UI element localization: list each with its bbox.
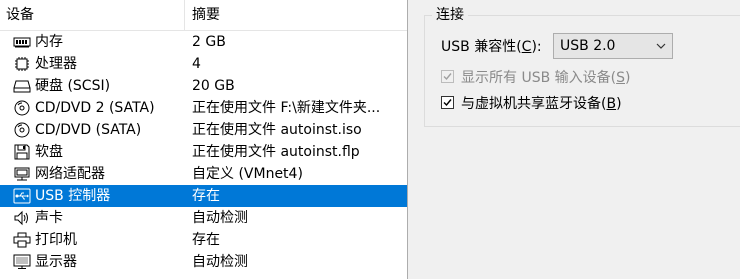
- device-summary: 自动检测: [192, 210, 248, 226]
- share-bluetooth-label: 与虚拟机共享蓝牙设备(B): [461, 96, 622, 112]
- hard-disk-icon: [13, 78, 31, 94]
- column-header-device[interactable]: 设备: [0, 0, 185, 30]
- device-summary: 存在: [192, 188, 220, 204]
- device-row-usb-controller[interactable]: USB 控制器 存在: [0, 185, 407, 207]
- device-name: 处理器: [35, 56, 77, 72]
- column-header-summary[interactable]: 摘要: [186, 0, 407, 30]
- cd-dvd-icon: [13, 122, 31, 138]
- checkbox-box: [441, 70, 454, 83]
- device-row-display[interactable]: 显示器 自动检测: [0, 251, 407, 273]
- device-rows: 内存 2 GB 处理器 4 硬盘 (SCSI) 20 GB CD/DVD 2 (…: [0, 31, 407, 273]
- device-list[interactable]: 设备 摘要 内存 2 GB 处理器 4 硬盘 (SCSI) 20 GB CD/D…: [0, 0, 408, 279]
- device-name: 软盘: [35, 144, 63, 160]
- device-summary: 自定义 (VMnet4): [192, 166, 303, 182]
- device-summary: 正在使用文件 F:\新建文件夹...: [192, 100, 381, 116]
- usb-compatibility-label: USB 兼容性(C):: [441, 39, 542, 55]
- device-name: 声卡: [35, 210, 63, 226]
- device-row-cd-dvd-2[interactable]: CD/DVD 2 (SATA) 正在使用文件 F:\新建文件夹...: [0, 97, 407, 119]
- usb-compatibility-select[interactable]: USB 2.0: [553, 33, 673, 59]
- speaker-icon: [13, 210, 31, 226]
- device-name: 显示器: [35, 254, 77, 270]
- device-list-header: 设备 摘要: [0, 0, 407, 31]
- device-summary: 4: [192, 56, 201, 72]
- device-name: 内存: [35, 34, 63, 50]
- check-icon: [443, 73, 452, 81]
- device-summary: 存在: [192, 232, 220, 248]
- device-name: CD/DVD (SATA): [35, 122, 142, 138]
- chevron-down-icon: [656, 43, 666, 49]
- memory-icon: [13, 34, 31, 50]
- connection-group-title: 连接: [432, 6, 468, 24]
- floppy-icon: [13, 144, 31, 160]
- monitor-icon: [13, 254, 31, 270]
- checkbox-box[interactable]: [441, 96, 454, 109]
- device-name: CD/DVD 2 (SATA): [35, 100, 155, 116]
- device-row-processor[interactable]: 处理器 4: [0, 53, 407, 75]
- device-row-floppy[interactable]: 软盘 正在使用文件 autoinst.flp: [0, 141, 407, 163]
- device-row-hard-disk[interactable]: 硬盘 (SCSI) 20 GB: [0, 75, 407, 97]
- printer-icon: [13, 232, 31, 248]
- device-name: 打印机: [35, 232, 77, 248]
- device-summary: 20 GB: [192, 78, 235, 94]
- device-summary: 2 GB: [192, 34, 226, 50]
- device-summary: 正在使用文件 autoinst.iso: [192, 122, 362, 138]
- check-icon: [443, 99, 452, 107]
- device-row-memory[interactable]: 内存 2 GB: [0, 31, 407, 53]
- show-all-usb-input-label: 显示所有 USB 输入设备(S): [461, 70, 631, 86]
- usb-icon: [13, 188, 31, 204]
- device-name: 硬盘 (SCSI): [35, 78, 111, 94]
- device-name: 网络适配器: [35, 166, 105, 182]
- device-summary: 正在使用文件 autoinst.flp: [192, 144, 360, 160]
- device-row-sound-card[interactable]: 声卡 自动检测: [0, 207, 407, 229]
- device-row-cd-dvd[interactable]: CD/DVD (SATA) 正在使用文件 autoinst.iso: [0, 119, 407, 141]
- network-adapter-icon: [13, 166, 31, 182]
- usb-compatibility-value: USB 2.0: [560, 38, 616, 54]
- processor-icon: [13, 56, 31, 72]
- device-row-printer[interactable]: 打印机 存在: [0, 229, 407, 251]
- cd-dvd-icon: [13, 100, 31, 116]
- device-row-network-adapter[interactable]: 网络适配器 自定义 (VMnet4): [0, 163, 407, 185]
- device-summary: 自动检测: [192, 254, 248, 270]
- device-name: USB 控制器: [35, 188, 111, 204]
